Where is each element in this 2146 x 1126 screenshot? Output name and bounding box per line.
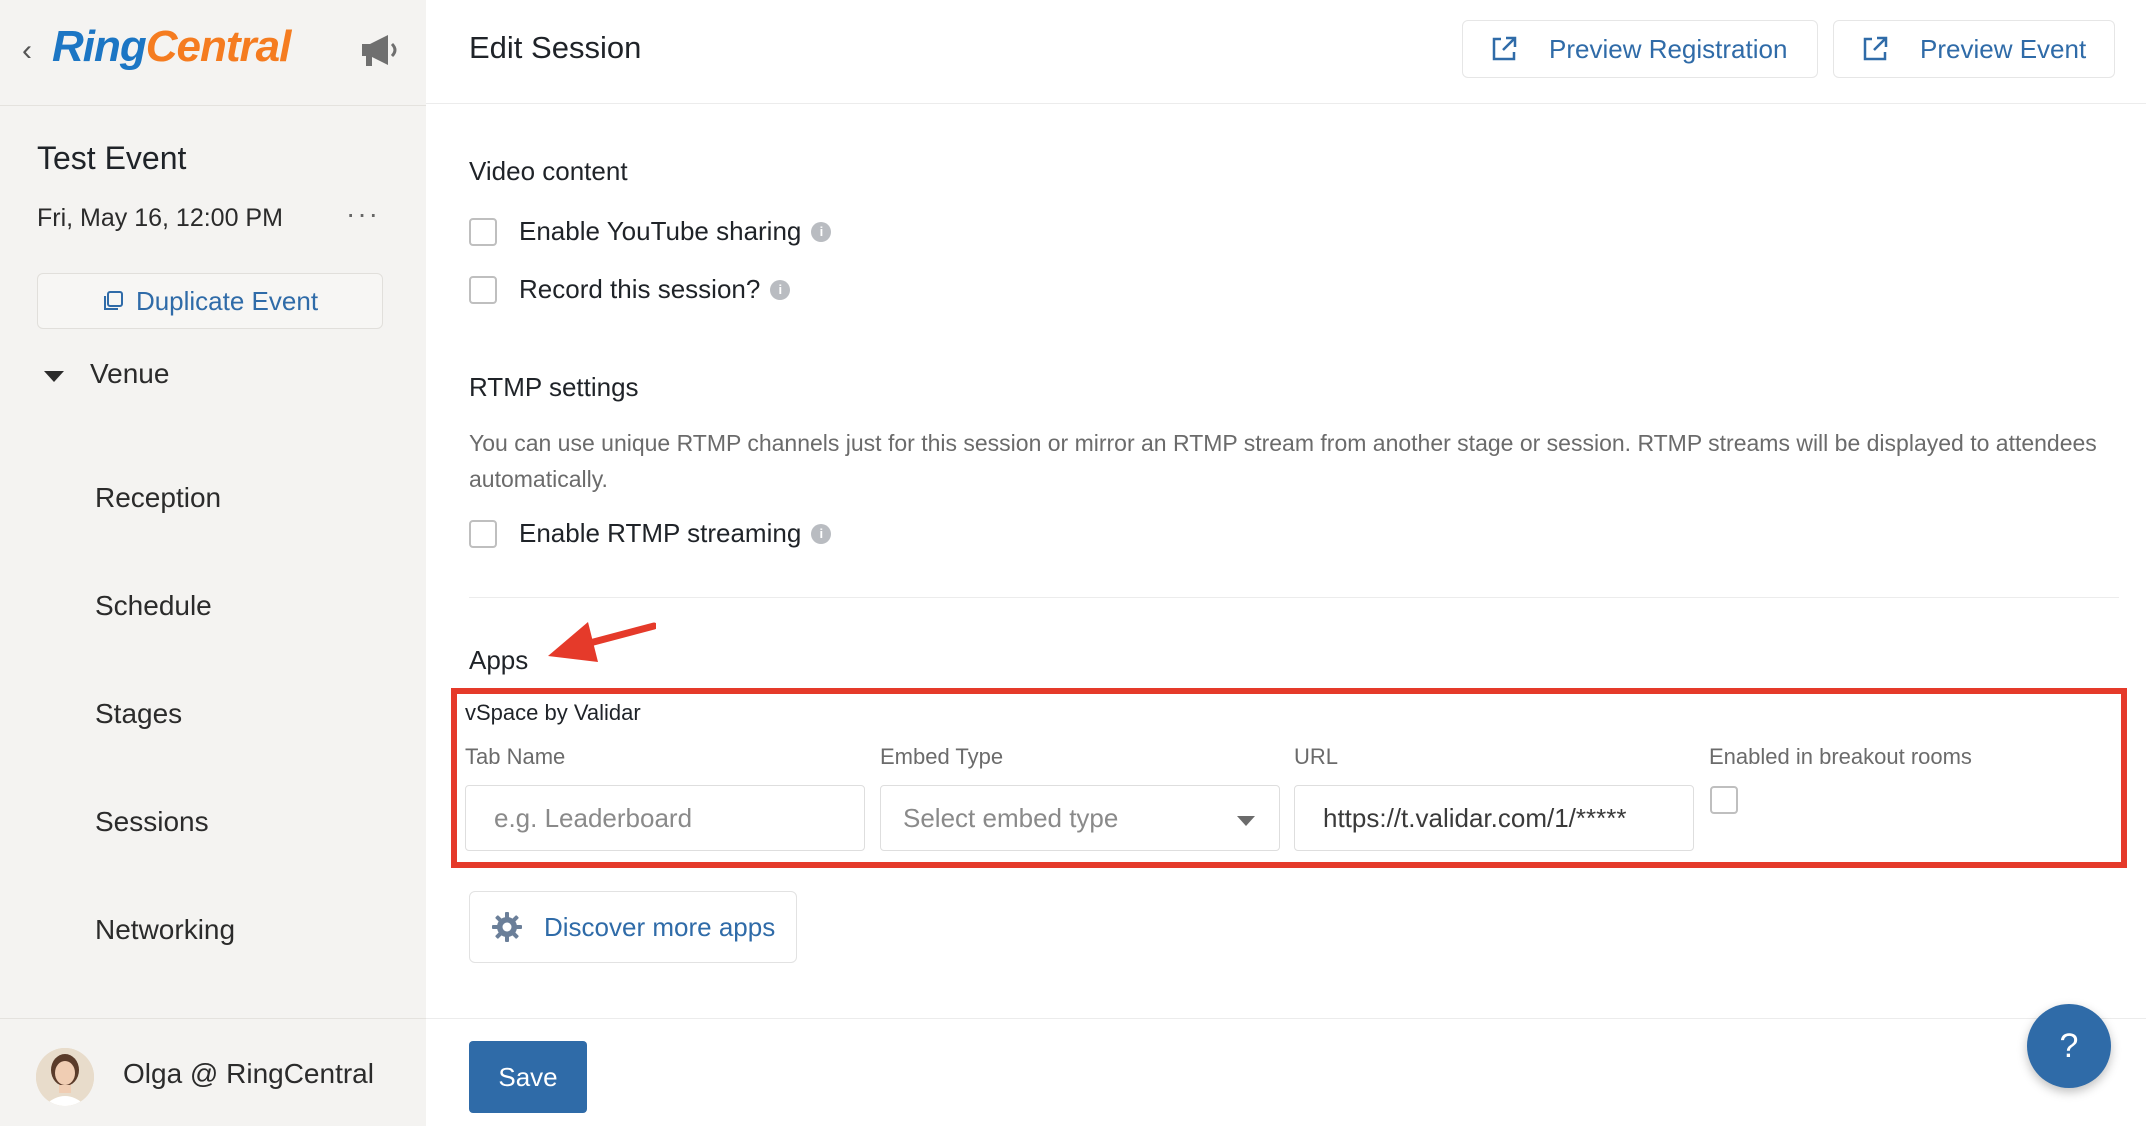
preview-event-button[interactable]: Preview Event — [1833, 20, 2115, 78]
sidebar-item-stages[interactable]: Stages — [95, 698, 182, 730]
external-link-icon — [1863, 36, 1888, 61]
logo-ring-text: Ring — [52, 22, 147, 71]
breakout-rooms-checkbox[interactable] — [1710, 786, 1738, 814]
breakout-rooms-label: Enabled in breakout rooms — [1709, 744, 1972, 769]
rtmp-streaming-label: Enable RTMP streaming — [519, 518, 802, 548]
page-title: Edit Session — [469, 30, 642, 65]
url-input[interactable]: https://t.validar.com/1/***** — [1294, 785, 1694, 851]
rtmp-streaming-checkbox[interactable] — [469, 519, 497, 548]
ringcentral-logo[interactable]: RingCentral — [52, 22, 292, 72]
sidebar-item-venue[interactable]: Venue — [44, 358, 169, 390]
preview-registration-button[interactable]: Preview Registration — [1462, 20, 1818, 78]
preview-event-label: Preview Event — [1920, 33, 2087, 64]
duplicate-event-label: Duplicate Event — [135, 285, 319, 316]
user-name[interactable]: Olga @ RingCentral — [123, 1058, 374, 1090]
help-icon[interactable]: ? — [2027, 1004, 2111, 1088]
youtube-sharing-row: Enable YouTube sharing i — [469, 216, 832, 247]
sidebar-item-schedule[interactable]: Schedule — [95, 590, 212, 622]
sidebar-item-reception[interactable]: Reception — [95, 482, 221, 514]
youtube-sharing-label: Enable YouTube sharing — [519, 216, 802, 246]
rtmp-streaming-row: Enable RTMP streaming i — [469, 518, 832, 549]
apps-title: Apps — [469, 645, 529, 675]
record-session-row: Record this session? i — [469, 274, 791, 305]
info-icon[interactable]: i — [811, 221, 832, 242]
avatar[interactable] — [36, 1048, 94, 1106]
embed-type-value: Select embed type — [903, 802, 1119, 833]
duplicate-event-button[interactable]: Duplicate Event — [37, 273, 383, 329]
rtmp-description: You can use unique RTMP channels just fo… — [469, 430, 2097, 492]
avatar-image — [36, 1048, 94, 1106]
chevron-left-icon[interactable]: ‹ — [22, 34, 32, 68]
arrow-icon — [548, 622, 656, 662]
sidebar: ‹ RingCentral Test Event Fri, May 16, 12… — [0, 0, 426, 1126]
embed-type-select[interactable]: Select embed type — [880, 785, 1280, 851]
info-icon[interactable]: i — [811, 523, 832, 544]
duplicate-icon — [103, 291, 123, 310]
record-session-label: Record this session? — [519, 274, 761, 304]
caret-down-icon — [44, 370, 64, 382]
sidebar-item-networking[interactable]: Networking — [95, 914, 235, 946]
sidebar-header: ‹ RingCentral — [0, 0, 426, 106]
url-label: URL — [1294, 744, 1339, 769]
info-icon[interactable]: i — [770, 279, 791, 300]
event-title: Test Event — [37, 140, 187, 176]
preview-registration-label: Preview Registration — [1549, 33, 1788, 64]
app-name: vSpace by Validar — [465, 700, 641, 725]
embed-type-label: Embed Type — [880, 744, 1004, 769]
record-session-checkbox[interactable] — [469, 275, 497, 304]
discover-more-apps-button[interactable]: Discover more apps — [469, 891, 797, 963]
venue-label: Venue — [90, 358, 170, 389]
section-divider — [469, 597, 2119, 598]
sidebar-item-sessions[interactable]: Sessions — [95, 806, 209, 838]
main-content: Edit Session Preview Registration Previe… — [426, 0, 2146, 1126]
bottom-bar — [426, 1018, 2146, 1126]
tab-name-input[interactable]: e.g. Leaderboard — [465, 785, 865, 851]
logo-central-text: Central — [145, 22, 292, 71]
youtube-sharing-checkbox[interactable] — [469, 217, 497, 246]
top-bar: Edit Session Preview Registration Previe… — [426, 0, 2146, 104]
gear-icon — [492, 912, 522, 942]
event-date: Fri, May 16, 12:00 PM — [37, 204, 283, 232]
video-content-title: Video content — [469, 156, 628, 186]
tab-name-label: Tab Name — [465, 744, 566, 769]
external-link-icon — [1492, 36, 1517, 61]
caret-down-icon — [1237, 816, 1255, 826]
megaphone-icon[interactable] — [358, 30, 402, 70]
rtmp-settings-title: RTMP settings — [469, 372, 639, 402]
save-button[interactable]: Save — [469, 1041, 587, 1113]
discover-more-apps-label: Discover more apps — [544, 911, 776, 942]
more-icon[interactable]: ··· — [346, 198, 380, 230]
